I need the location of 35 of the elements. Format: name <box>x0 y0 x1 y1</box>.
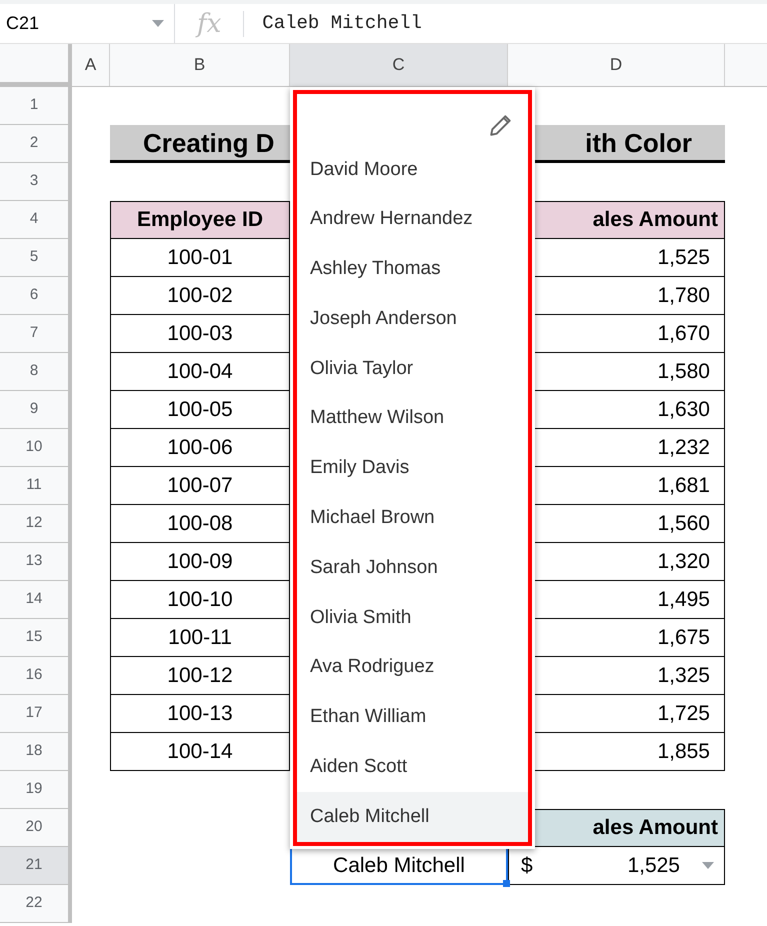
dropdown-item[interactable]: Caleb Mitchell <box>297 792 528 842</box>
cell-reference: C21 <box>6 12 40 35</box>
row-header[interactable]: 16 <box>0 657 72 695</box>
row-header[interactable]: 17 <box>0 695 72 733</box>
table-header-cell: Employee ID <box>110 201 290 239</box>
name-box[interactable]: C21 <box>0 4 175 43</box>
title-text: ith Color <box>585 130 692 156</box>
row-header[interactable]: 22 <box>0 885 72 923</box>
row-header[interactable]: 12 <box>0 505 72 543</box>
row-header[interactable]: 5 <box>0 239 72 277</box>
row-header[interactable]: 20 <box>0 809 72 847</box>
row-header[interactable]: 7 <box>0 315 72 353</box>
row-header[interactable]: 1 <box>0 87 72 125</box>
row-header[interactable]: 4 <box>0 201 72 239</box>
row-header[interactable]: 15 <box>0 619 72 657</box>
row-header[interactable]: 14 <box>0 581 72 619</box>
row-header[interactable]: 8 <box>0 353 72 391</box>
formula-input[interactable]: Caleb Mitchell <box>244 9 422 38</box>
row-header[interactable]: 13 <box>0 543 72 581</box>
row-header[interactable]: 10 <box>0 429 72 467</box>
caret-icon <box>152 20 164 27</box>
fill-handle[interactable] <box>503 880 510 887</box>
column-header[interactable]: C <box>290 44 508 86</box>
title-text: Creating D <box>143 130 274 156</box>
currency-symbol: $ <box>521 852 533 879</box>
row-header[interactable]: 3 <box>0 163 72 201</box>
amount-value: 1,525 <box>627 852 680 879</box>
row-header[interactable]: 9 <box>0 391 72 429</box>
row-header[interactable]: 21 <box>0 847 72 885</box>
caret-icon <box>702 862 714 869</box>
row-header[interactable]: 6 <box>0 277 72 315</box>
row-header[interactable]: 18 <box>0 733 72 771</box>
row-header[interactable]: 2 <box>0 125 72 163</box>
row-header[interactable]: 11 <box>0 467 72 505</box>
row-header[interactable]: 19 <box>0 771 72 809</box>
